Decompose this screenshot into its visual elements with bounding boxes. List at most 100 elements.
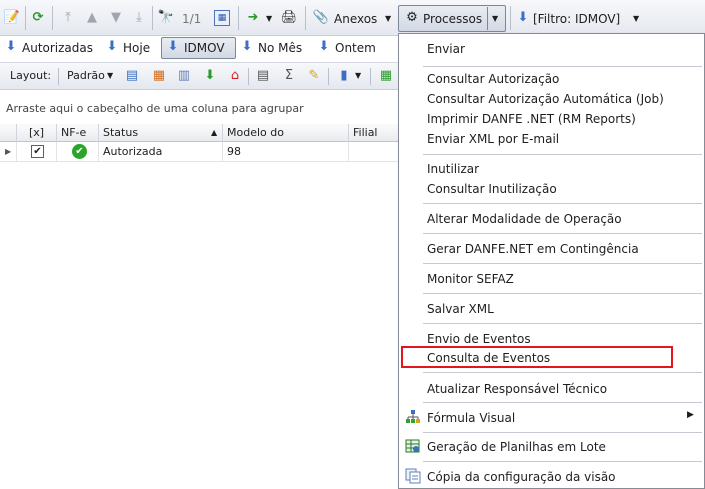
home-icon[interactable]: ⌂: [227, 68, 243, 84]
export-arrow-icon[interactable]: ➜: [245, 10, 261, 26]
menu-item-consultar-inutilizacao[interactable]: Consultar Inutilização: [427, 181, 557, 197]
column-header-status[interactable]: Status ▲: [99, 124, 223, 142]
processos-dropdown[interactable]: ▼: [487, 7, 503, 30]
chevron-down-icon[interactable]: ▼: [107, 71, 113, 80]
row-pointer-icon: ▶: [5, 147, 12, 156]
menu-separator: [423, 461, 702, 462]
menu-item-imprimir-danfe[interactable]: Imprimir DANFE .NET (RM Reports): [427, 111, 636, 127]
menu-item-envio-eventos[interactable]: Envio de Eventos: [427, 331, 531, 347]
import-icon[interactable]: ⬇: [202, 68, 218, 84]
binoculars-icon[interactable]: 🔭: [158, 10, 174, 26]
row-indicator-header: [0, 124, 17, 142]
menu-item-formula-visual[interactable]: Fórmula Visual: [427, 410, 515, 426]
menu-item-alterar-modalidade[interactable]: Alterar Modalidade de Operação: [427, 211, 622, 227]
filter-arrow-icon: ⬇: [241, 39, 253, 54]
previous-record-icon[interactable]: ▲: [84, 10, 100, 26]
menu-separator: [423, 154, 702, 155]
filter-idmov: IDMOV: [184, 41, 225, 55]
menu-separator: [423, 293, 702, 294]
separator: [58, 68, 59, 85]
page-counter: 1/1: [182, 12, 202, 26]
nfe-cell: ✔: [57, 142, 99, 162]
filter-autorizadas[interactable]: Autorizadas: [22, 40, 93, 56]
filter-arrow-icon: ⬇: [167, 39, 179, 54]
filter-no-mes[interactable]: No Mês: [258, 40, 302, 56]
sheet-icon[interactable]: ▦: [378, 68, 394, 84]
chevron-down-icon[interactable]: ▼: [633, 14, 639, 23]
separator: [25, 6, 26, 30]
last-record-icon[interactable]: ⤓: [131, 10, 147, 26]
chevron-down-icon[interactable]: ▼: [266, 14, 272, 23]
row-indicator: ▶: [0, 142, 17, 162]
chevron-down-icon[interactable]: ▼: [385, 14, 391, 23]
filter-button[interactable]: [Filtro: IDMOV]: [533, 11, 620, 27]
menu-item-salvar-xml[interactable]: Salvar XML: [427, 301, 494, 317]
menu-item-geracao-planilhas[interactable]: Geração de Planilhas em Lote: [427, 439, 606, 455]
menu-separator: [423, 372, 702, 373]
modelo-cell: 98: [223, 142, 349, 162]
menu-item-gerar-danfe-contingencia[interactable]: Gerar DANFE.NET em Contingência: [427, 241, 639, 257]
column-header-modelo[interactable]: Modelo do Documento: [223, 124, 349, 142]
menu-item-enviar-xml-email[interactable]: Enviar XML por E-mail: [427, 131, 559, 147]
chart-icon[interactable]: ▮: [336, 68, 352, 84]
column-header-status-label: Status: [103, 126, 139, 139]
filter-ontem[interactable]: Ontem: [335, 40, 376, 56]
menu-item-enviar[interactable]: Enviar: [427, 41, 465, 57]
column-header-filial[interactable]: Filial Emit: [349, 124, 400, 142]
columns-icon[interactable]: ▥: [176, 68, 192, 84]
filter-hoje[interactable]: Hoje: [123, 40, 150, 56]
refresh-icon[interactable]: ⟳: [30, 10, 46, 26]
separator: [248, 68, 249, 85]
menu-separator: [423, 203, 702, 204]
menu-separator: [423, 233, 702, 234]
filial-cell: [349, 142, 400, 162]
save-layout-icon[interactable]: ▤: [124, 68, 140, 84]
status-cell: Autorizada: [99, 142, 223, 162]
separator: [510, 6, 511, 30]
calendar-grid-icon[interactable]: ▦: [214, 10, 230, 26]
submenu-arrow-icon: ▶: [687, 410, 694, 420]
menu-item-consultar-autorizacao[interactable]: Consultar Autorização: [427, 71, 559, 87]
highlight-icon[interactable]: ✎: [306, 68, 322, 84]
check-circle-icon: ✔: [72, 144, 87, 159]
main-toolbar: 📝 ⟳ ⤒ ▲ ▼ ⤓ 🔭 1/1 ▦ ➜ ▼ 🖨 📎 Anexos ▼ ⚙ P…: [0, 0, 705, 36]
separator: [328, 68, 329, 85]
sort-ascending-icon: ▲: [211, 128, 218, 137]
filter-arrow-icon: ⬇: [517, 10, 529, 25]
processos-label: Processos: [423, 12, 483, 26]
separator: [370, 68, 371, 85]
menu-item-atualizar-responsavel[interactable]: Atualizar Responsável Técnico: [427, 381, 607, 397]
grid-config-icon[interactable]: ▦: [151, 68, 167, 84]
filter-arrow-icon: ⬇: [5, 39, 17, 54]
menu-item-copia-configuracao[interactable]: Cópia da configuração da visão: [427, 469, 616, 485]
menu-item-consultar-autorizacao-automatica[interactable]: Consultar Autorização Automática (Job): [427, 91, 664, 107]
printer-icon[interactable]: 🖨: [281, 10, 298, 26]
layout-label: Layout:: [10, 69, 52, 82]
menu-separator: [423, 66, 702, 67]
filter-arrow-icon: ⬇: [318, 39, 330, 54]
edit-icon[interactable]: 📝: [4, 10, 20, 26]
paperclip-icon: 📎: [312, 10, 330, 25]
column-header-nfe[interactable]: NF-e: [57, 124, 99, 142]
menu-item-monitor-sefaz[interactable]: Monitor SEFAZ: [427, 271, 514, 287]
menu-separator: [423, 432, 702, 433]
group-hint-text: Arraste aqui o cabeçalho de uma coluna p…: [6, 102, 304, 115]
menu-separator: [423, 263, 702, 264]
anexos-button[interactable]: Anexos: [334, 11, 377, 27]
column-header-select[interactable]: [x]: [17, 124, 57, 142]
layout-select[interactable]: Padrão: [67, 69, 105, 82]
list-icon[interactable]: ▤: [255, 68, 271, 84]
tree-icon: [405, 409, 421, 425]
next-record-icon[interactable]: ▼: [108, 10, 124, 26]
first-record-icon[interactable]: ⤒: [60, 10, 76, 26]
highlight-box: [401, 346, 673, 368]
row-select-cell[interactable]: ✔: [17, 142, 57, 162]
chevron-down-icon[interactable]: ▼: [355, 71, 361, 80]
group-panel[interactable]: Arraste aqui o cabeçalho de uma coluna p…: [0, 92, 400, 124]
sum-icon[interactable]: Σ: [281, 68, 297, 84]
menu-separator: [423, 402, 702, 403]
chevron-down-icon: ▼: [492, 14, 499, 23]
row-checkbox[interactable]: ✔: [31, 145, 44, 158]
separator: [152, 6, 153, 30]
menu-item-inutilizar[interactable]: Inutilizar: [427, 161, 479, 177]
